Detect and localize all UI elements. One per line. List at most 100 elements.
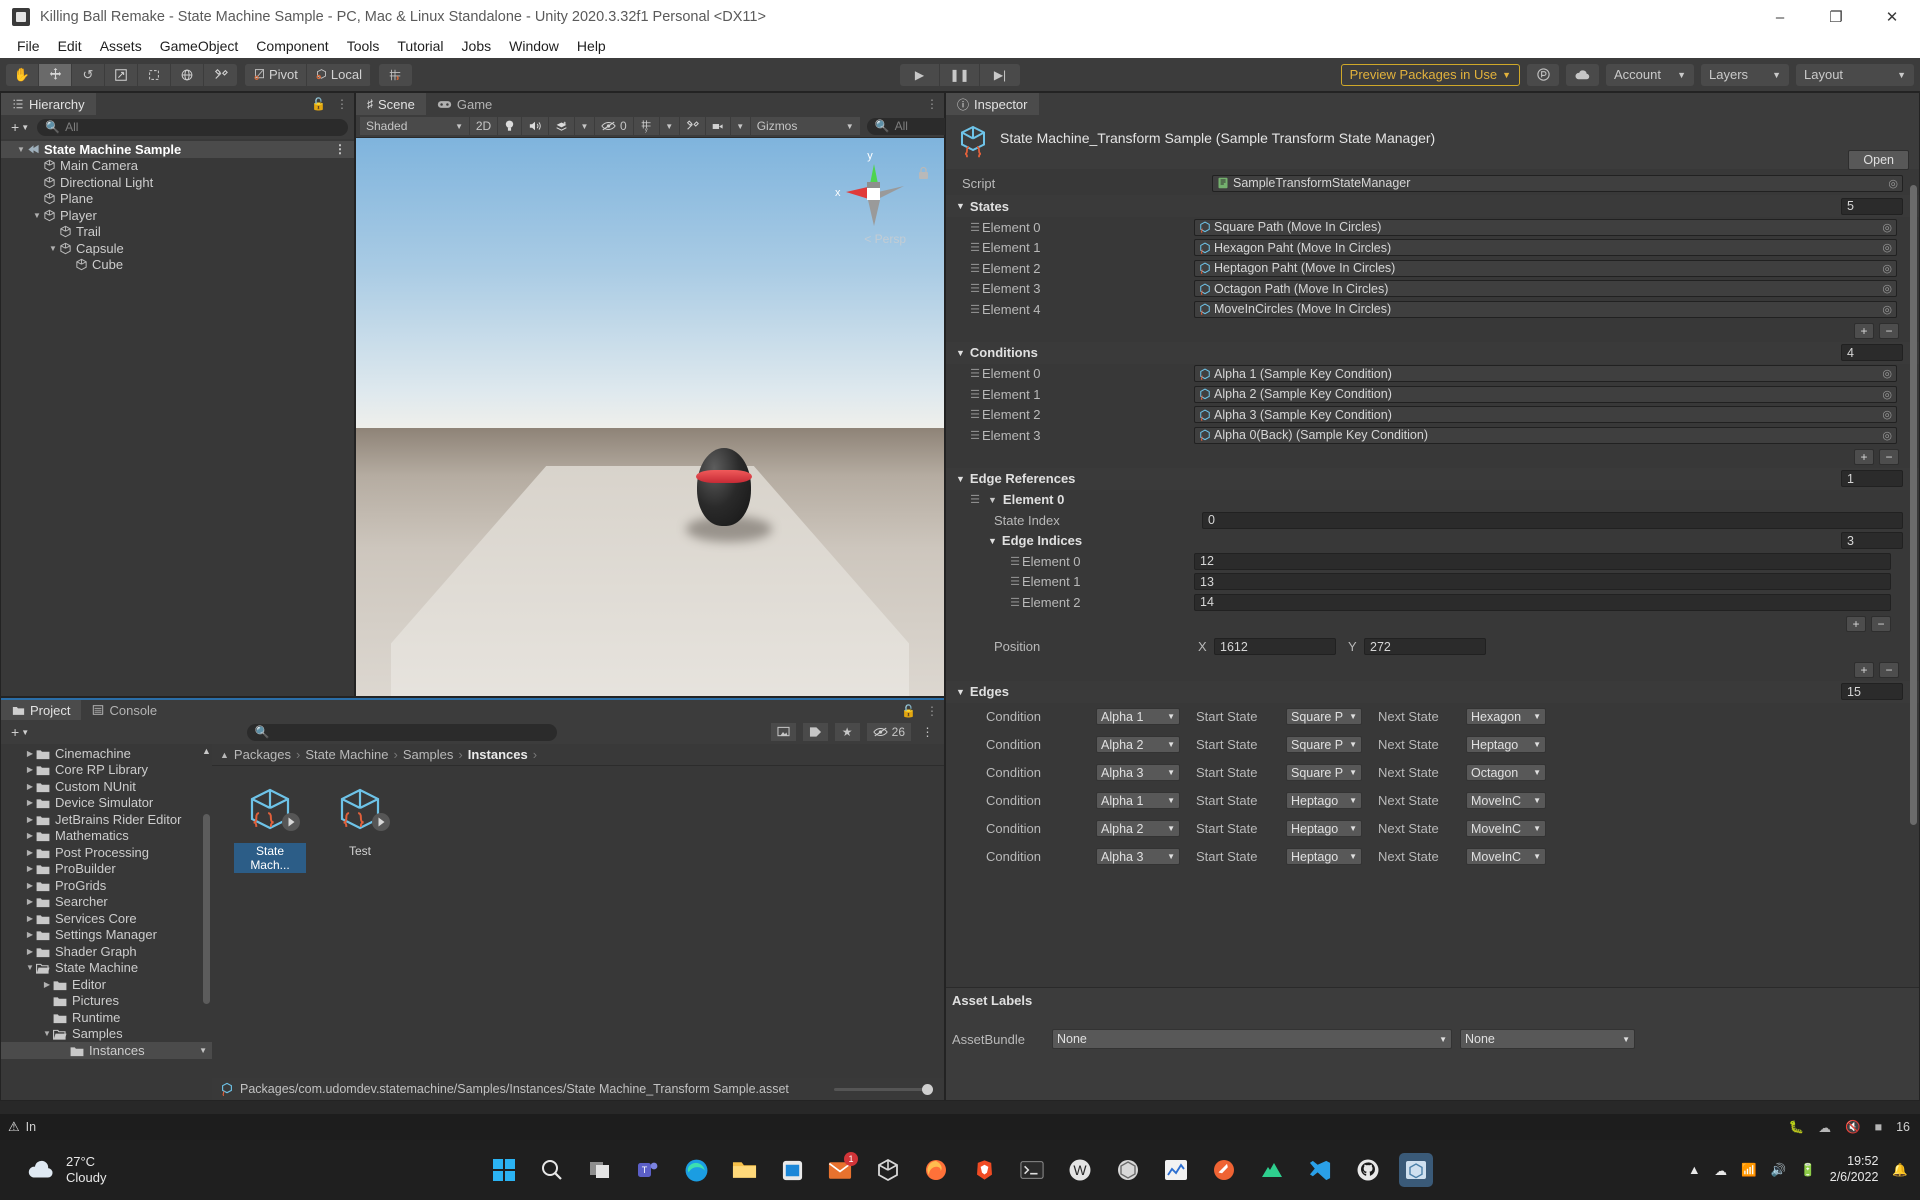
project-folder-probuilder[interactable]: ▶ ProBuilder (1, 861, 212, 878)
state-element-object-field[interactable]: Heptagon Paht (Move In Circles) ◎ (1194, 259, 1897, 277)
expand-arrow-icon[interactable]: ▶ (24, 947, 36, 956)
scene-viewport[interactable]: y x < Persp (356, 138, 944, 696)
object-picker-icon[interactable]: ◎ (1882, 262, 1892, 275)
expand-arrow-icon[interactable]: ▶ (24, 881, 36, 890)
expand-arrow-icon[interactable]: ▶ (41, 980, 53, 989)
expand-arrow-icon[interactable]: ▶ (24, 930, 36, 939)
edge-index-field[interactable]: 13 (1194, 573, 1891, 591)
project-folder-core-rp-library[interactable]: ▶ Core RP Library (1, 762, 212, 779)
state-index-field[interactable]: 0 (1202, 511, 1903, 529)
scene-grid-dropdown[interactable]: ▼ (659, 117, 680, 135)
chart-icon[interactable] (1159, 1153, 1193, 1187)
project-filter-by-label-button[interactable] (802, 723, 829, 741)
expand-arrow-icon[interactable]: ▼ (24, 963, 36, 972)
drag-handle-icon[interactable]: ☰ (1008, 575, 1022, 588)
chevron-down-icon[interactable]: ▼ (199, 1046, 212, 1055)
expand-arrow-icon[interactable]: ▶ (24, 831, 36, 840)
maximize-button[interactable]: ❐ (1808, 0, 1864, 34)
edge-start-state-dropdown[interactable]: Square P ▼ (1286, 764, 1362, 781)
store-icon[interactable] (775, 1153, 809, 1187)
edge-condition-dropdown[interactable]: Alpha 1 ▼ (1096, 792, 1180, 809)
project-folder-progrids[interactable]: ▶ ProGrids (1, 877, 212, 894)
taskview-icon[interactable] (583, 1153, 617, 1187)
edge-indices-add-button[interactable]: + (1846, 615, 1866, 632)
project-folder-custom-nunit[interactable]: ▶ Custom NUnit (1, 778, 212, 795)
shading-mode-dropdown[interactable]: Shaded ▼ (360, 117, 470, 135)
tab-game[interactable]: Game (425, 93, 504, 115)
drag-handle-icon[interactable]: ☰ (968, 408, 982, 421)
project-folder-shader-graph[interactable]: ▶ Shader Graph (1, 943, 212, 960)
layers-status-icon[interactable]: ■ (1875, 1120, 1883, 1134)
perspective-label[interactable]: < Persp (864, 232, 906, 246)
drag-handle-icon[interactable]: ☰ (968, 282, 982, 295)
edge-next-state-dropdown[interactable]: Octagon ▼ (1466, 764, 1546, 781)
project-search-input[interactable]: 🔍 (246, 723, 557, 741)
expand-arrow-icon[interactable]: ▶ (24, 864, 36, 873)
search-icon[interactable] (535, 1153, 569, 1187)
tab-scene[interactable]: ♯ Scene (356, 93, 426, 115)
hierarchy-item-directional-light[interactable]: Directional Light (1, 174, 354, 191)
hierarchy-item-state-machine-sample[interactable]: ▼ State Machine Sample ⋮ (1, 141, 354, 158)
breadcrumb-scroll-up-icon[interactable]: ▲ (220, 750, 229, 760)
scene-fx-dropdown[interactable]: ▼ (575, 117, 595, 135)
brave-icon[interactable] (967, 1153, 1001, 1187)
conditions-add-button[interactable]: + (1854, 448, 1874, 465)
expand-arrow-icon[interactable]: ▶ (24, 914, 36, 923)
project-folder-instances[interactable]: Instances ▼ (1, 1042, 212, 1059)
menu-item-help[interactable]: Help (568, 36, 615, 56)
states-add-button[interactable]: + (1854, 322, 1874, 339)
tab-inspector[interactable]: ⓘ Inspector (946, 93, 1039, 115)
play-button[interactable]: ▶ (900, 63, 940, 86)
object-picker-icon[interactable]: ◎ (1882, 367, 1892, 380)
start-icon[interactable] (487, 1153, 521, 1187)
object-picker-icon[interactable]: ◎ (1888, 177, 1898, 190)
object-picker-icon[interactable]: ◎ (1882, 303, 1892, 316)
explorer-icon[interactable] (727, 1153, 761, 1187)
edge-references-foldout[interactable]: ▼ Edge References (956, 469, 1075, 489)
inspector-scrollbar[interactable] (1910, 185, 1917, 825)
lock-icon[interactable]: 🔓 (311, 97, 326, 111)
player-ball-object[interactable] (696, 448, 752, 526)
edge-next-state-dropdown[interactable]: MoveInC ▼ (1466, 848, 1546, 865)
drag-handle-icon[interactable]: ☰ (1008, 596, 1022, 609)
position-y-field[interactable]: 272 (1364, 638, 1486, 655)
condition-element-object-field[interactable]: Alpha 0(Back) (Sample Key Condition) ◎ (1194, 426, 1897, 444)
scene-tools-button[interactable] (679, 117, 706, 135)
edge-start-state-dropdown[interactable]: Heptago ▼ (1286, 820, 1362, 837)
rect-tool-icon[interactable] (138, 63, 171, 86)
project-favorites-button[interactable]: ★ (834, 723, 861, 741)
edge-next-state-dropdown[interactable]: Heptago ▼ (1466, 736, 1546, 753)
kebab-menu-icon[interactable]: ⋮ (334, 142, 354, 156)
expand-arrow-icon[interactable]: ▶ (24, 897, 36, 906)
account-dropdown[interactable]: Account ▼ (1606, 63, 1694, 86)
tab-console[interactable]: Console (81, 700, 169, 720)
transform-tool-icon[interactable] (171, 63, 204, 86)
gizmos-dropdown[interactable]: Gizmos ▼ (750, 117, 861, 135)
scene-camera-dropdown[interactable]: ▼ (730, 117, 751, 135)
expand-arrow-icon[interactable]: ▼ (31, 211, 43, 220)
project-tree-scroll-up-arrow[interactable]: ▲ (201, 746, 212, 756)
scene-audio-toggle[interactable] (522, 117, 549, 135)
edge-indices-header[interactable]: ▼ Edge Indices 3 (946, 531, 1919, 552)
condition-element-object-field[interactable]: Alpha 3 (Sample Key Condition) ◎ (1194, 406, 1897, 424)
object-picker-icon[interactable]: ◎ (1882, 388, 1892, 401)
edges-section-header[interactable]: ▼ Edges 15 (946, 680, 1919, 703)
github-icon[interactable] (1351, 1153, 1385, 1187)
hierarchy-item-trail[interactable]: Trail (1, 224, 354, 241)
edge-condition-dropdown[interactable]: Alpha 2 ▼ (1096, 736, 1180, 753)
hierarchy-search-input[interactable]: 🔍 All (37, 118, 348, 136)
volume-icon[interactable]: 🔊 (1771, 1163, 1787, 1178)
menu-item-component[interactable]: Component (247, 36, 337, 56)
states-remove-button[interactable]: − (1879, 322, 1899, 339)
position-x-field[interactable]: 1612 (1214, 638, 1336, 655)
mute-icon[interactable]: 🔇 (1845, 1120, 1861, 1135)
kebab-menu-icon[interactable]: ⋮ (336, 97, 348, 111)
layout-dropdown[interactable]: Layout ▼ (1796, 63, 1914, 86)
expand-arrow-icon[interactable]: ▼ (41, 1029, 53, 1038)
drag-handle-icon[interactable]: ☰ (968, 262, 982, 275)
edges-count-field[interactable]: 15 (1841, 683, 1903, 700)
collab-button[interactable] (1527, 63, 1559, 86)
edge-condition-dropdown[interactable]: Alpha 2 ▼ (1096, 820, 1180, 837)
notifications-icon[interactable]: 🔔 (1892, 1163, 1908, 1178)
expand-arrow-icon[interactable]: ▼ (15, 145, 27, 154)
